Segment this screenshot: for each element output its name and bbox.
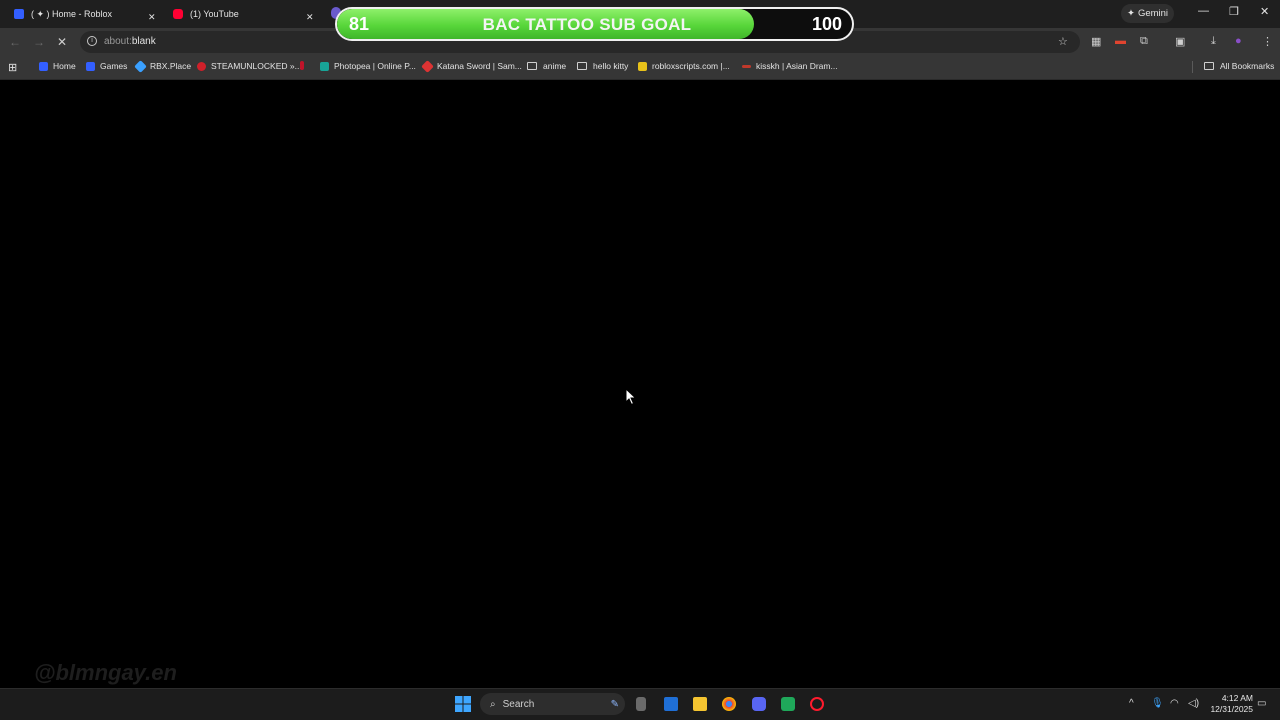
- bookmark-robloxscripts[interactable]: robloxscripts.com |...: [638, 61, 730, 71]
- youtube-icon: [173, 9, 183, 19]
- clock-time: 4:12 AM: [1221, 693, 1253, 703]
- address-text[interactable]: about:blank: [104, 36, 156, 47]
- bookmark-unnamed[interactable]: [300, 61, 309, 70]
- search-highlight-icon: ✎: [610, 698, 619, 710]
- page-content[interactable]: [0, 81, 1280, 688]
- bookmark-photopea[interactable]: Photopea | Online P...: [320, 61, 416, 71]
- bookmark-folder-hello-kitty[interactable]: hello kitty: [577, 61, 628, 71]
- screen: ( ✦ ) Home - Roblox ✕ (1) YouTube ✕ ✦ Ge…: [0, 0, 1280, 720]
- notification-icon[interactable]: ▭: [1257, 698, 1266, 709]
- stop-loading-icon[interactable]: ✕: [57, 35, 67, 49]
- sub-goal-title: BAC TATTOO SUB GOAL: [482, 15, 692, 34]
- katana-icon: [421, 59, 434, 73]
- close-window-icon[interactable]: ✕: [1260, 5, 1269, 18]
- watermark: @blmngay.en: [34, 660, 177, 685]
- bookmark-home[interactable]: Home: [39, 61, 76, 71]
- discord-icon[interactable]: [752, 697, 766, 711]
- bookmark-star-icon[interactable]: ☆: [1058, 35, 1068, 48]
- system-clock[interactable]: 4:12 AM 12/31/2025: [1205, 693, 1253, 715]
- sparkle-icon: ✦: [1126, 8, 1135, 19]
- windows-start-icon[interactable]: [455, 696, 471, 712]
- search-label: Search: [502, 698, 535, 710]
- clock-date: 12/31/2025: [1210, 704, 1253, 714]
- bookmark-katana[interactable]: Katana Sword | Sam...: [421, 59, 522, 73]
- apps-icon[interactable]: ⊞: [8, 61, 17, 74]
- all-bookmarks-button[interactable]: All Bookmarks: [1204, 61, 1274, 71]
- close-icon[interactable]: ✕: [148, 7, 156, 27]
- photopea-icon: [320, 61, 329, 71]
- folder-icon: [577, 62, 587, 70]
- roblox-icon: [86, 61, 95, 71]
- volume-icon[interactable]: ◁): [1188, 698, 1199, 709]
- opera-icon[interactable]: [810, 697, 824, 711]
- download-icon[interactable]: ⤓: [1211, 35, 1216, 48]
- close-icon[interactable]: ✕: [306, 7, 314, 27]
- sub-goal-target: 100: [811, 14, 842, 34]
- microphone-icon[interactable]: 🎙: [1151, 698, 1164, 709]
- roblox-icon: [14, 9, 24, 19]
- roblox-icon: [39, 61, 48, 71]
- extension-icon[interactable]: ▦: [1091, 35, 1101, 48]
- minimize-icon[interactable]: —: [1198, 5, 1209, 17]
- mouse-cursor-icon: [625, 388, 637, 406]
- bookmark-kisskh[interactable]: kisskh | Asian Dram...: [742, 61, 838, 71]
- red-icon: [300, 61, 304, 70]
- diamond-icon: [134, 59, 147, 73]
- bookmark-rbxplace[interactable]: RBX.Place: [134, 59, 191, 73]
- divider: [1192, 61, 1193, 73]
- tab-roblox[interactable]: ( ✦ ) Home - Roblox: [14, 4, 112, 24]
- tab-youtube[interactable]: (1) YouTube: [173, 4, 239, 24]
- search-icon: ⌕: [490, 698, 496, 710]
- sub-goal-widget: 81 BAC TATTOO SUB GOAL 100: [335, 7, 854, 41]
- kisskh-icon: [742, 64, 751, 68]
- steam-icon: [197, 61, 206, 71]
- taskbar-search[interactable]: ⌕ Search ✎: [480, 693, 625, 715]
- folder-icon: [527, 62, 537, 70]
- app-icon[interactable]: [664, 697, 678, 711]
- forward-icon[interactable]: →: [33, 35, 45, 49]
- info-icon[interactable]: i: [87, 36, 97, 46]
- back-icon[interactable]: ←: [9, 35, 21, 49]
- bookmark-steamunlocked[interactable]: STEAMUNLOCKED »...: [197, 61, 302, 71]
- avatar[interactable]: ●: [1235, 35, 1242, 47]
- app-icon[interactable]: [781, 697, 795, 711]
- bookmark-folder-anime[interactable]: anime: [527, 61, 566, 71]
- extension-icon[interactable]: ▬: [1115, 35, 1126, 47]
- puzzle-icon[interactable]: ⧉: [1140, 35, 1148, 48]
- tab-search-icon[interactable]: ▣: [1175, 35, 1185, 48]
- menu-icon[interactable]: ⋮: [1262, 35, 1273, 48]
- folder-icon: [1204, 62, 1214, 70]
- gemini-button[interactable]: ✦ Gemini: [1121, 4, 1174, 23]
- bookmark-games[interactable]: Games: [86, 61, 127, 71]
- file-explorer-icon[interactable]: [693, 697, 707, 711]
- gemini-label: Gemini: [1137, 8, 1169, 19]
- script-icon: [638, 61, 647, 71]
- restore-icon[interactable]: ❐: [1229, 5, 1239, 18]
- tab-label: ( ✦ ) Home - Roblox: [31, 8, 113, 19]
- task-view-icon[interactable]: [636, 697, 646, 711]
- chrome-icon[interactable]: [722, 697, 736, 711]
- wifi-icon[interactable]: ◠: [1170, 698, 1179, 709]
- tab-label: (1) YouTube: [190, 9, 239, 19]
- chevron-up-icon[interactable]: ^: [1129, 698, 1134, 709]
